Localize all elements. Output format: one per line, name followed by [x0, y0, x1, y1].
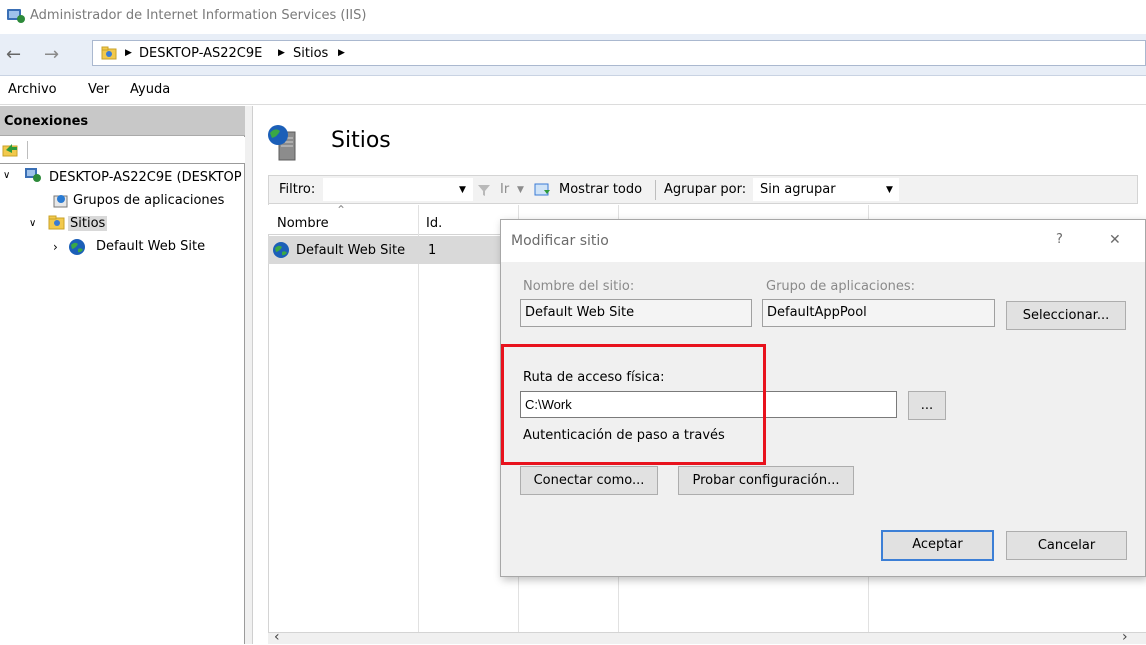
table-row[interactable]: Default Web Site 1 [268, 236, 504, 264]
group-by-label: Agrupar por: [664, 182, 747, 197]
filter-input[interactable] [323, 178, 473, 201]
home-icon [101, 46, 117, 60]
close-button[interactable]: ✕ [1109, 232, 1121, 248]
tree-item-default-web-site[interactable]: Default Web Site [96, 239, 205, 254]
row-site-id: 1 [428, 243, 437, 258]
horizontal-scrollbar[interactable]: ‹ › [268, 629, 1146, 645]
dialog-title: Modificar sitio [511, 233, 609, 249]
tree-item-server[interactable]: DESKTOP-AS22C9E (DESKTOP [49, 170, 242, 185]
site-name-label: Nombre del sitio: [523, 279, 635, 294]
app-pool-field: DefaultAppPool [762, 299, 995, 327]
menu-file[interactable]: Archivo [8, 82, 57, 97]
connections-header: Conexiones [0, 106, 245, 136]
menu-bar: Archivo Ver Ayuda [0, 77, 1146, 105]
go-dropdown-arrow[interactable]: ▼ [517, 185, 524, 195]
breadcrumb[interactable]: ▶ DESKTOP-AS22C9E ▶ Sitios ▶ [92, 40, 1146, 66]
help-button[interactable]: ? [1056, 232, 1063, 247]
connections-pane [0, 106, 245, 644]
server-icon [25, 168, 41, 182]
expand-sites-chevron[interactable]: ∨ [29, 218, 36, 229]
site-name-field: Default Web Site [520, 299, 752, 327]
test-settings-button[interactable]: Probar configuración... [678, 466, 854, 495]
breadcrumb-separator[interactable]: ▶ [125, 48, 132, 58]
go-button[interactable]: Ir [500, 182, 509, 197]
app-pools-icon [53, 195, 68, 208]
connections-title: Conexiones [4, 114, 89, 129]
column-divider[interactable] [418, 205, 419, 641]
group-by-value[interactable]: Sin agrupar [760, 182, 836, 197]
group-by-arrow[interactable]: ▼ [886, 185, 893, 195]
filter-bar: Filtro: ▼ Ir ▼ Mostrar todo Agrupar por:… [268, 175, 1138, 204]
breadcrumb-server[interactable]: DESKTOP-AS22C9E [139, 46, 262, 61]
toolbar-divider [27, 141, 28, 159]
expand-default-site-chevron[interactable]: › [53, 240, 58, 254]
title-bar: Administrador de Internet Information Se… [0, 0, 1146, 34]
row-site-name: Default Web Site [296, 243, 406, 258]
breadcrumb-separator[interactable]: ▶ [338, 48, 345, 58]
pane-splitter[interactable] [245, 106, 253, 644]
connections-toolbar [0, 137, 245, 164]
tree-item-sites[interactable]: Sitios [68, 216, 108, 231]
scroll-left-arrow[interactable]: ‹ [274, 629, 280, 645]
show-all-button[interactable]: Mostrar todo [559, 182, 642, 197]
filter-dropdown-arrow[interactable]: ▼ [459, 185, 466, 195]
show-all-icon[interactable] [534, 182, 552, 198]
funnel-icon[interactable] [477, 183, 491, 197]
forward-button[interactable]: → [44, 44, 59, 65]
app-pool-label: Grupo de aplicaciones: [766, 279, 916, 294]
breadcrumb-separator[interactable]: ▶ [278, 48, 285, 58]
connect-as-button[interactable]: Conectar como... [520, 466, 658, 495]
highlight-box [501, 344, 766, 465]
globe-icon [69, 239, 85, 255]
column-header-name[interactable]: Nombre [277, 216, 329, 231]
sites-folder-icon [48, 215, 65, 230]
browse-button[interactable]: ... [908, 391, 946, 420]
back-button[interactable]: ← [6, 44, 21, 65]
globe-icon [273, 242, 289, 258]
filter-divider [655, 180, 656, 200]
cancel-button[interactable]: Cancelar [1006, 531, 1127, 560]
menu-help[interactable]: Ayuda [130, 82, 170, 97]
select-app-pool-button[interactable]: Seleccionar... [1006, 301, 1126, 330]
sites-globe-icon [268, 125, 296, 161]
expand-server-chevron[interactable]: ∨ [3, 170, 10, 181]
tree-item-app-pools[interactable]: Grupos de aplicaciones [73, 193, 224, 208]
window-title: Administrador de Internet Information Se… [30, 8, 367, 23]
sort-indicator-icon: ⌃ [336, 203, 347, 217]
column-header-id[interactable]: Id. [426, 216, 442, 231]
connect-icon[interactable] [2, 141, 20, 159]
filter-label: Filtro: [279, 182, 316, 197]
menu-view[interactable]: Ver [88, 82, 109, 97]
page-title: Sitios [331, 128, 391, 153]
scroll-right-arrow[interactable]: › [1122, 629, 1128, 645]
iis-app-icon [7, 9, 25, 23]
breadcrumb-sites[interactable]: Sitios [293, 46, 328, 61]
ok-button[interactable]: Aceptar [881, 530, 994, 561]
